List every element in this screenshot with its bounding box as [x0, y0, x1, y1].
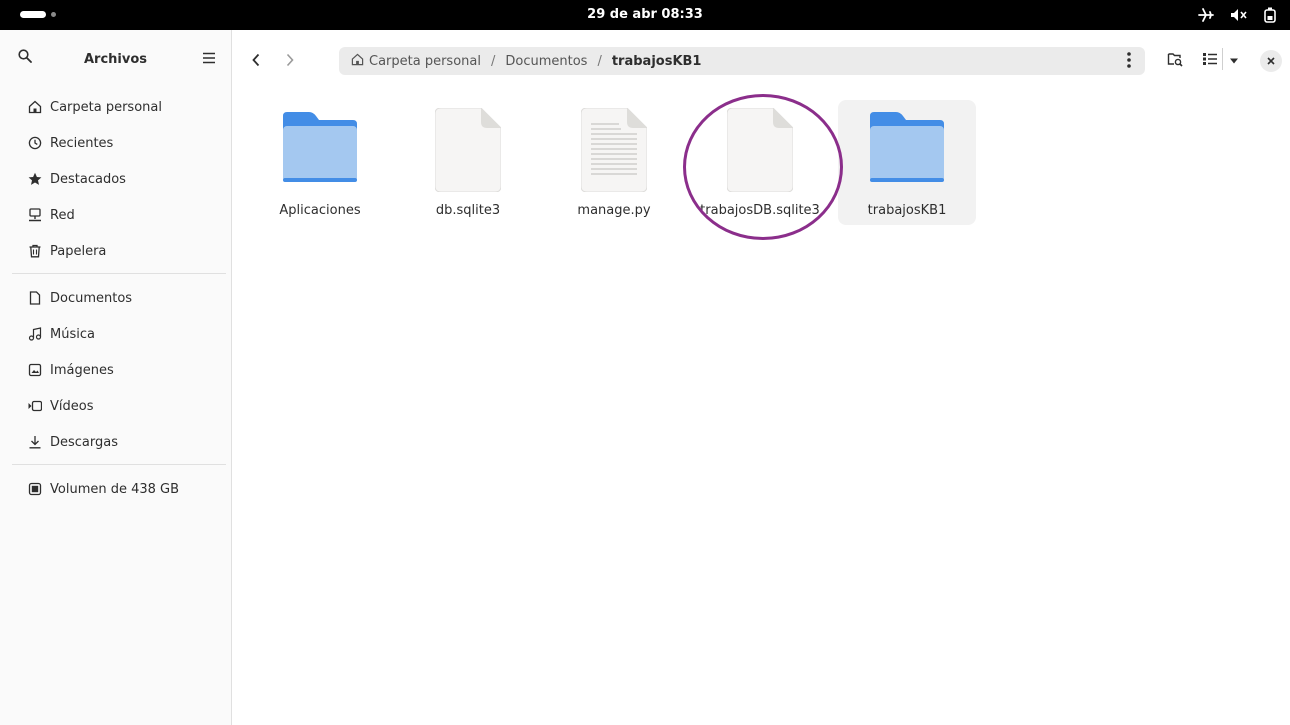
sidebar-item-label: Documentos [50, 290, 133, 306]
app-title: Archivos [83, 52, 148, 67]
volume-muted-icon [1230, 8, 1248, 22]
video-icon [28, 399, 42, 413]
sidebar-item-home[interactable]: Carpeta personal [12, 92, 220, 122]
image-icon [28, 363, 42, 377]
breadcrumb-home[interactable]: Carpeta personal [351, 53, 481, 70]
sidebar-item-documents[interactable]: Documentos [12, 283, 220, 313]
sidebar-item-downloads[interactable]: Descargas [12, 427, 220, 457]
sidebar-item-trash[interactable]: Papelera [12, 236, 220, 266]
sidebar-item-pictures[interactable]: Imágenes [12, 355, 220, 385]
file-item-manage-py[interactable]: manage.py [545, 100, 683, 225]
sidebar-item-label: Descargas [50, 434, 119, 450]
breadcrumb-separator: / [490, 53, 496, 69]
breadcrumb-documents[interactable]: Documentos [505, 54, 587, 69]
back-button[interactable] [248, 52, 264, 68]
close-icon [1267, 54, 1275, 69]
sidebar-item-label: Recientes [50, 135, 114, 151]
file-name: trabajosDB.sqlite3 [700, 203, 820, 218]
sidebar-item-network[interactable]: Red [12, 200, 220, 230]
trash-icon [28, 244, 42, 258]
sidebar-item-label: Destacados [50, 171, 126, 187]
sidebar-item-label: Red [50, 207, 75, 223]
document-icon [28, 291, 42, 305]
network-icon [28, 208, 42, 222]
hamburger-menu-icon[interactable] [202, 52, 216, 68]
home-icon [351, 53, 364, 70]
file-item-db-sqlite3[interactable]: db.sqlite3 [399, 100, 537, 225]
download-icon [28, 435, 42, 449]
sidebar-item-label: Papelera [50, 243, 107, 259]
system-top-bar: 29 de abr 08:33 [0, 0, 1290, 30]
file-name: Aplicaciones [279, 203, 361, 218]
text-file-icon [580, 107, 648, 196]
breadcrumb-separator: / [597, 53, 602, 69]
sidebar: Archivos Carpeta personal Recientes Dest… [0, 30, 232, 725]
sidebar-item-volume[interactable]: Volumen de 438 GB [12, 474, 220, 504]
folder-menu-icon[interactable] [1127, 52, 1131, 72]
sidebar-header: Archivos [0, 30, 231, 92]
drive-icon [28, 482, 42, 496]
sidebar-item-music[interactable]: Música [12, 319, 220, 349]
sidebar-divider [12, 464, 226, 465]
sidebar-item-videos[interactable]: Vídeos [12, 391, 220, 421]
file-name: manage.py [577, 203, 651, 218]
generic-file-icon [726, 107, 794, 196]
close-window-button[interactable] [1260, 50, 1282, 72]
list-view-icon[interactable] [1202, 51, 1218, 71]
music-icon [28, 327, 42, 341]
view-options-dropdown-icon[interactable] [1229, 54, 1239, 69]
file-name: trabajosKB1 [867, 203, 947, 218]
file-item-trabajosdb-sqlite3[interactable]: trabajosDB.sqlite3 [691, 100, 829, 225]
sidebar-item-label: Vídeos [50, 398, 94, 414]
sidebar-divider [12, 273, 226, 274]
generic-file-icon [434, 107, 502, 196]
breadcrumb-label: Carpeta personal [369, 53, 481, 69]
header-bar: Carpeta personal / Documentos / trabajos… [232, 30, 1290, 92]
file-name: db.sqlite3 [435, 203, 501, 218]
file-item-aplicaciones[interactable]: Aplicaciones [251, 100, 389, 225]
system-status-area[interactable] [1198, 0, 1276, 30]
battery-icon [1264, 7, 1276, 23]
search-folder-button[interactable] [1167, 51, 1183, 71]
clock-icon [28, 136, 42, 150]
folder-icon [283, 110, 357, 186]
path-bar[interactable]: Carpeta personal / Documentos / trabajos… [339, 47, 1145, 75]
sidebar-item-label: Carpeta personal [50, 99, 162, 115]
view-toggle-divider [1222, 48, 1223, 70]
folder-icon [870, 110, 944, 186]
file-view[interactable]: Aplicaciones db.sqlite3 manage.py trabaj… [232, 92, 1290, 725]
sidebar-item-label: Imágenes [50, 362, 114, 378]
file-item-trabajoskb1[interactable]: trabajosKB1 [838, 100, 976, 225]
sidebar-item-starred[interactable]: Destacados [12, 164, 220, 194]
sidebar-item-recent[interactable]: Recientes [12, 128, 220, 158]
star-icon [28, 172, 42, 186]
sidebar-item-label: Volumen de 438 GB [50, 481, 180, 497]
forward-button[interactable] [282, 52, 298, 68]
system-clock[interactable]: 29 de abr 08:33 [0, 0, 1290, 30]
home-icon [28, 100, 42, 114]
sidebar-item-label: Música [50, 326, 95, 342]
airplane-mode-icon [1198, 8, 1214, 22]
breadcrumb-current[interactable]: trabajosKB1 [612, 54, 702, 69]
